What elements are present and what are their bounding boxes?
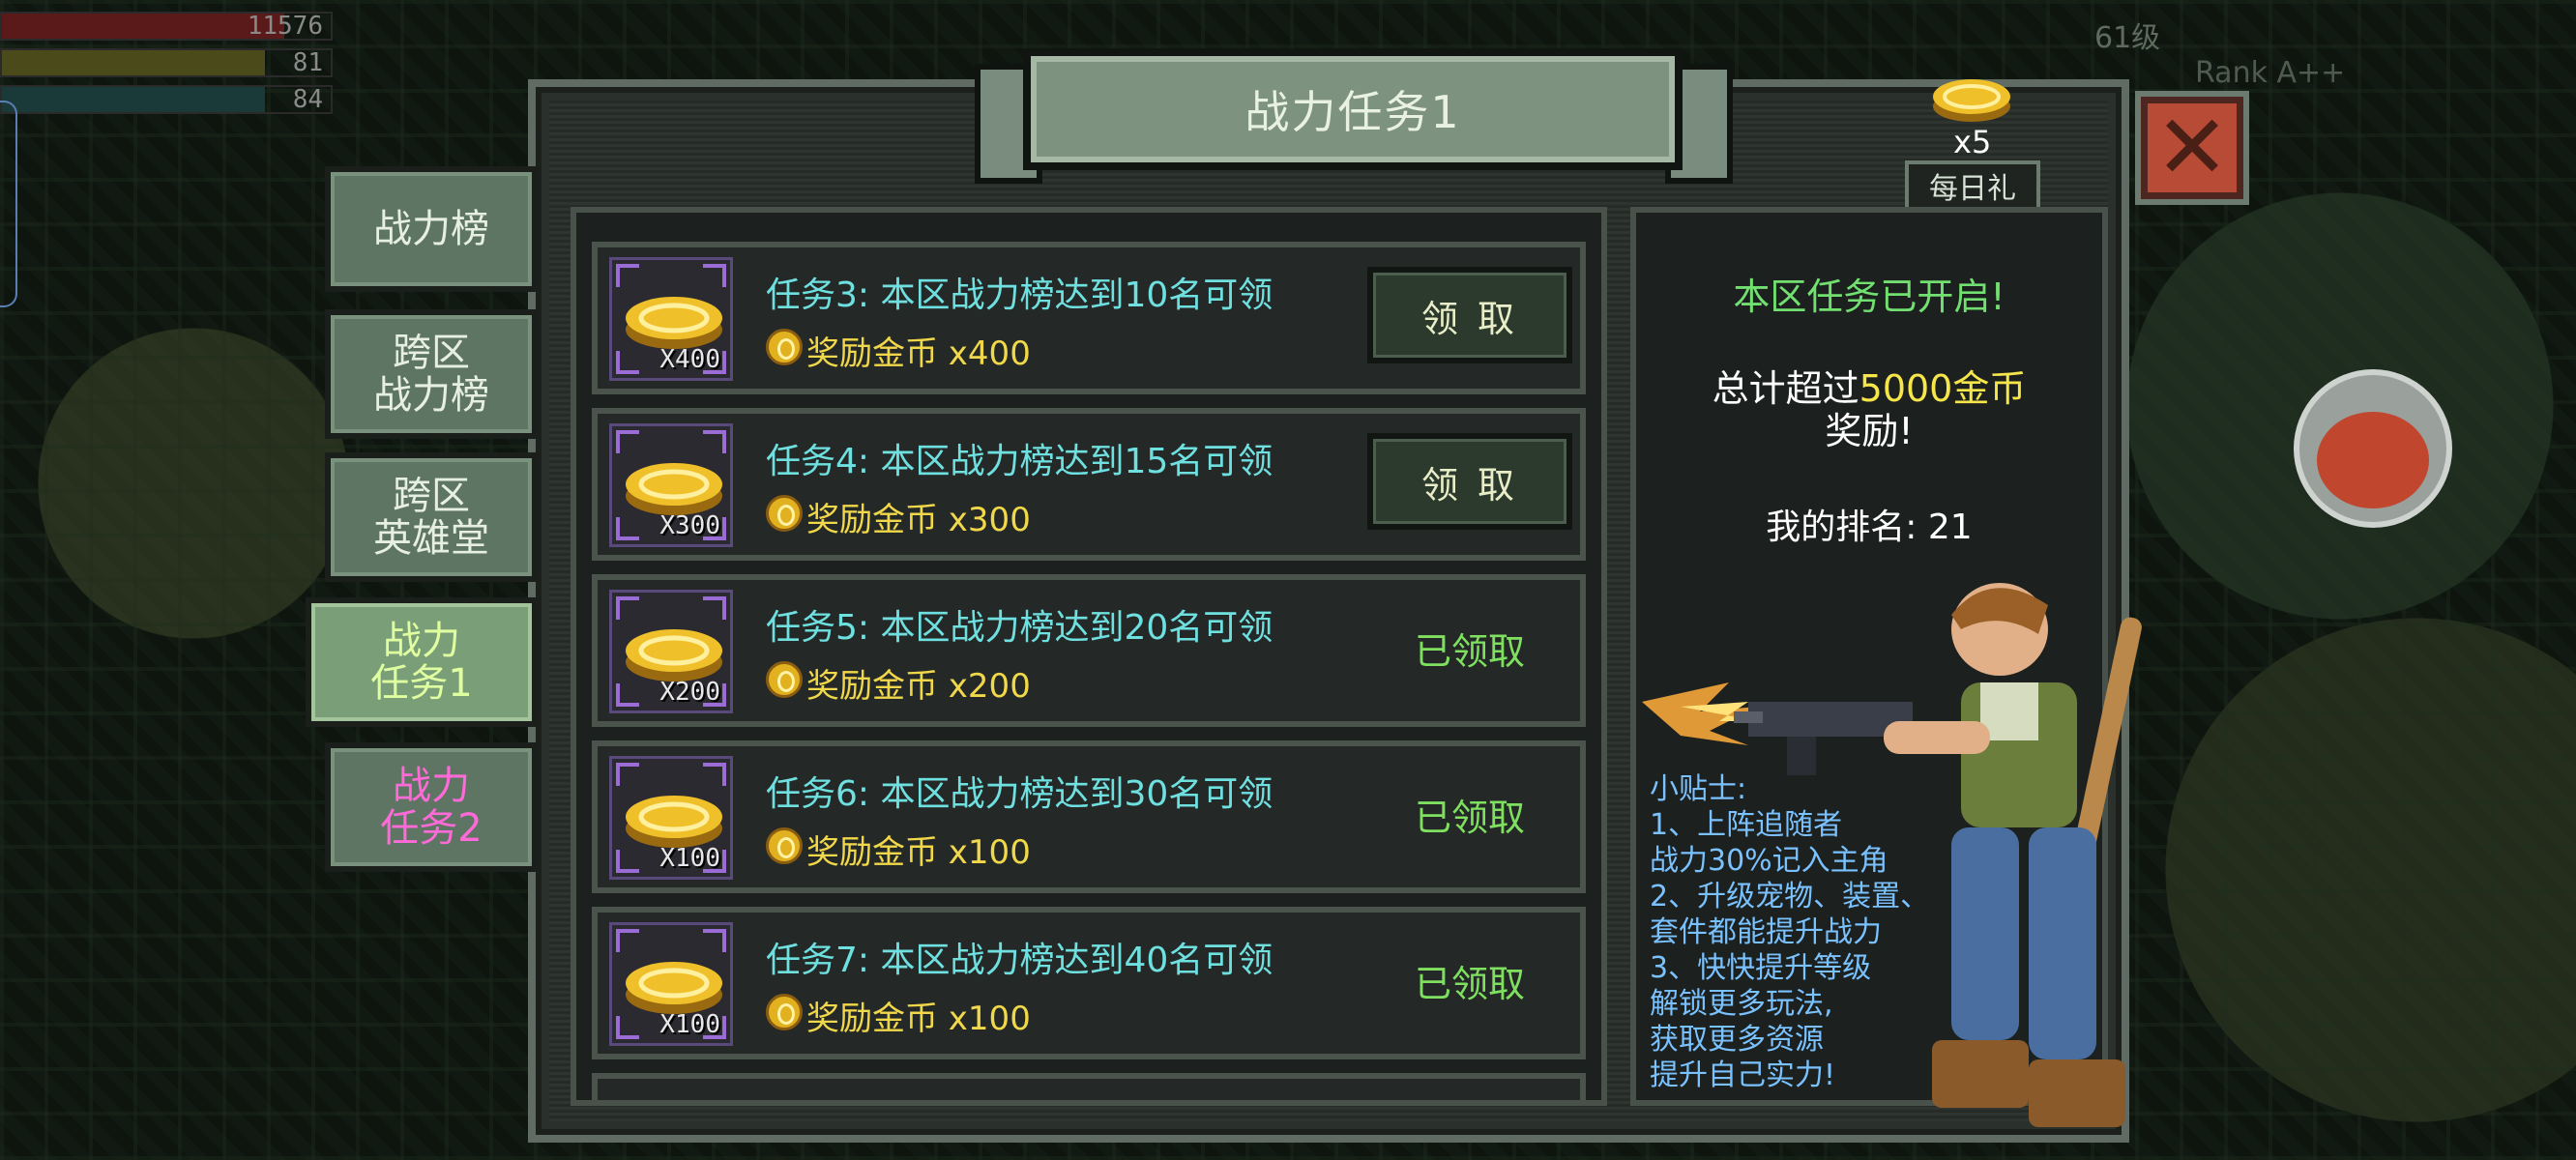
coin-icon [766, 495, 803, 532]
task-row: X200 任务5: 本区战力榜达到20名可领 奖励金币 x200 已领取 [592, 574, 1586, 727]
coin-icon [766, 661, 803, 698]
task-reward: 奖励金币 x400 [806, 334, 1031, 373]
tab-power-task-2[interactable]: 战力 任务2 [325, 742, 538, 872]
task-row: X100 任务6: 本区战力榜达到30名可领 奖励金币 x100 已领取 [592, 740, 1586, 893]
coin-icon [766, 329, 803, 365]
close-icon: ✕ [2154, 96, 2230, 199]
title-plaque: 战力任务1 [1023, 48, 1683, 170]
claimed-status: 已领取 [1414, 796, 1525, 839]
tab-power-ranking[interactable]: 战力榜 [325, 166, 538, 292]
daily-gift-count: x5 [1953, 124, 1992, 160]
coin-icon [766, 827, 803, 864]
task-title: 任务3: 本区战力榜达到10名可领 [766, 276, 1273, 315]
claim-button[interactable]: 领 取 [1367, 433, 1572, 530]
xp-bar: 84 [0, 85, 333, 114]
task-title: 任务7: 本区战力榜达到40名可领 [766, 941, 1273, 980]
page-title: 战力任务1 [1244, 86, 1461, 138]
soldier-character-illustration [1642, 583, 2142, 1127]
side-drawer-handle[interactable] [0, 101, 17, 307]
total-reward-highlight: 5000金币 [1859, 367, 2027, 410]
coin-reward-icon: X100 [609, 756, 733, 880]
reward-quantity: X100 [659, 1010, 720, 1039]
mp-bar: 81 [0, 48, 333, 77]
mp-value: 81 [292, 48, 323, 77]
hp-value: 11576 [247, 12, 323, 41]
task-row-partial [592, 1073, 1586, 1100]
task-title: 任务6: 本区战力榜达到30名可领 [766, 774, 1273, 814]
map-toggle-button[interactable] [2294, 369, 2452, 528]
task-list[interactable]: X400 任务3: 本区战力榜达到10名可领 奖励金币 x400 领 取 X30… [571, 207, 1607, 1106]
task-status-text: 本区任务已开启! [1733, 276, 2005, 318]
task-reward: 奖励金币 x300 [806, 501, 1031, 539]
task-reward: 奖励金币 x200 [806, 667, 1031, 706]
task-title: 任务5: 本区战力榜达到20名可领 [766, 608, 1273, 648]
task-title: 任务4: 本区战力榜达到15名可领 [766, 442, 1273, 481]
coin-reward-icon: X400 [609, 257, 733, 381]
task-row: X300 任务4: 本区战力榜达到15名可领 奖励金币 x300 领 取 [592, 408, 1586, 561]
hp-bar: 11576 [0, 12, 333, 41]
reward-quantity: X400 [659, 345, 720, 374]
task-reward: 奖励金币 x100 [806, 833, 1031, 872]
claimed-status: 已领取 [1414, 962, 1525, 1005]
coin-reward-icon: X200 [609, 590, 733, 713]
player-level: 61级 [2094, 21, 2161, 55]
reward-quantity: X300 [659, 511, 720, 540]
coin-reward-icon: X300 [609, 423, 733, 547]
reward-quantity: X200 [659, 678, 720, 707]
gold-coin-icon[interactable] [1930, 68, 2013, 126]
tab-cross-server-hall[interactable]: 跨区 英雄堂 [325, 452, 538, 582]
player-rank: Rank A++ [2195, 56, 2346, 90]
player-hud: 11576 81 84 [0, 12, 348, 122]
close-button[interactable]: ✕ [2135, 91, 2249, 205]
total-reward-text: 总计超过5000金币 奖励! [1712, 367, 2027, 452]
task-row: X400 任务3: 本区战力榜达到10名可领 奖励金币 x400 领 取 [592, 242, 1586, 394]
tab-power-task-1[interactable]: 战力 任务1 [306, 597, 538, 727]
coin-icon [766, 994, 803, 1030]
tab-cross-server-ranking[interactable]: 跨区 战力榜 [325, 309, 538, 439]
task-reward: 奖励金币 x100 [806, 1000, 1031, 1038]
reward-quantity: X100 [659, 844, 720, 873]
my-rank-text: 我的排名: 21 [1766, 508, 1973, 547]
claimed-status: 已领取 [1414, 629, 1525, 673]
daily-gift-button[interactable]: 每日礼 [1905, 160, 2040, 211]
xp-value: 84 [292, 85, 323, 114]
claim-button[interactable]: 领 取 [1367, 267, 1572, 363]
coin-reward-icon: X100 [609, 922, 733, 1046]
task-row: X100 任务7: 本区战力榜达到40名可领 奖励金币 x100 已领取 [592, 907, 1586, 1059]
